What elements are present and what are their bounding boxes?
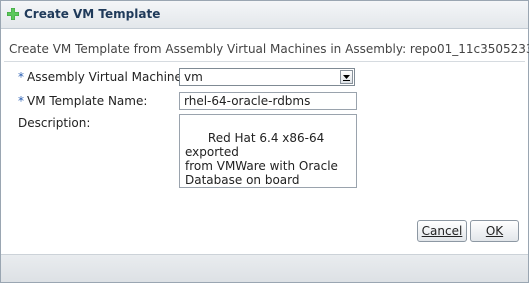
assembly-vms-selected-value: vm (184, 70, 203, 84)
dialog-subtitle: Create VM Template from Assembly Virtual… (9, 42, 529, 56)
ok-button[interactable]: OK (470, 220, 519, 242)
description-textarea[interactable]: Red Hat 6.4 x86-64 exported from VMWare … (179, 114, 357, 188)
assembly-vms-label: * Assembly Virtual Machines: (18, 70, 192, 84)
description-text: Red Hat 6.4 x86-64 exported from VMWare … (185, 131, 338, 187)
required-marker: * (18, 94, 24, 108)
divider (4, 61, 525, 62)
dialog-footer (1, 254, 528, 282)
chevron-down-icon (343, 75, 350, 81)
template-name-label-text: VM Template Name: (27, 94, 148, 108)
add-plus-icon (6, 7, 20, 21)
cancel-button[interactable]: Cancel (417, 220, 467, 242)
dialog-title: Create VM Template (24, 7, 161, 21)
template-name-input[interactable]: rhel-64-oracle-rdbms (179, 92, 357, 110)
create-vm-template-dialog: Create VM Template Create VM Template fr… (0, 0, 529, 283)
dialog-content: Create VM Template from Assembly Virtual… (1, 30, 529, 254)
assembly-vms-label-text: Assembly Virtual Machines: (27, 70, 193, 84)
description-label: Description: (18, 116, 91, 130)
required-marker: * (18, 70, 24, 84)
dropdown-arrow-button[interactable] (340, 70, 353, 84)
resize-grip-icon[interactable] (346, 177, 354, 185)
dialog-titlebar: Create VM Template (1, 1, 528, 29)
assembly-vms-select[interactable]: vm (179, 68, 355, 86)
template-name-label: * VM Template Name: (18, 94, 147, 108)
